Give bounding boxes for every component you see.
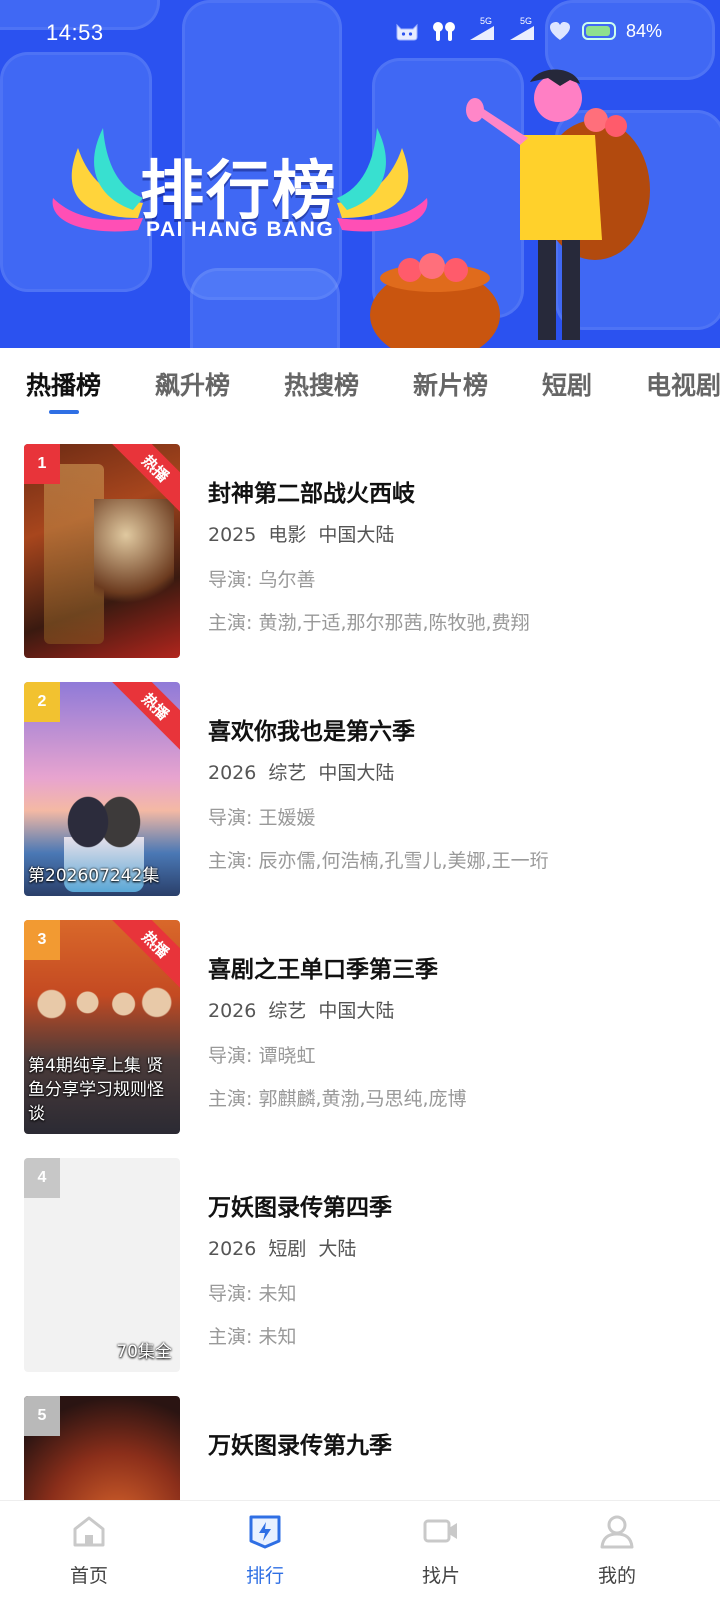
profile-icon: [600, 1515, 634, 1549]
item-type: 综艺: [268, 762, 307, 784]
tab-new[interactable]: 新片榜: [413, 366, 488, 402]
rank-badge: 5: [24, 1396, 60, 1436]
poster-caption: 第4期纯享上集 贤鱼分享学习规则怪谈: [28, 1056, 164, 1124]
item-type: 电影: [268, 524, 307, 546]
item-meta: 2026 短剧 大陆: [208, 1234, 708, 1261]
item-director: 导演: 未知: [208, 1283, 297, 1305]
item-cast: 主演: 郭麒麟,黄渤,马思纯,庞博: [208, 1088, 467, 1110]
poster-caption: 70集全: [116, 1342, 172, 1362]
nav-ranking-label: 排行: [245, 1565, 284, 1587]
poster-image[interactable]: 3 热播 第4期纯享上集 贤鱼分享学习规则怪谈: [24, 920, 180, 1134]
battery-icon: [581, 22, 616, 40]
item-meta: 2025 电影 中国大陆: [208, 520, 708, 547]
banner-subtitle: PAI HANG BANG: [146, 218, 335, 241]
item-year: 2026: [208, 1000, 257, 1022]
nav-find-label: 找片: [421, 1565, 460, 1587]
tab-rising[interactable]: 飙升榜: [155, 366, 230, 402]
rank-badge: 1: [24, 444, 60, 484]
poster-image[interactable]: 4 70集全: [24, 1158, 180, 1372]
item-title[interactable]: 喜剧之王单口季第三季: [208, 950, 708, 984]
cat-notification-icon: [396, 23, 418, 41]
list-item[interactable]: 3 热播 第4期纯享上集 贤鱼分享学习规则怪谈 喜剧之王单口季第三季 2026 综…: [0, 920, 720, 1136]
status-bar: 14:53 5G 5G 84%: [0, 0, 720, 70]
item-director: 导演: 王媛媛: [208, 807, 316, 829]
signal-5g-icon-1: 5G: [468, 16, 498, 42]
item-title[interactable]: 封神第二部战火西岐: [208, 474, 708, 508]
item-type: 短剧: [268, 1238, 307, 1260]
ranking-icon: [249, 1515, 281, 1549]
item-cast: 主演: 未知: [208, 1326, 297, 1348]
rank-badge: 3: [24, 920, 60, 960]
status-time: 14:53: [46, 20, 104, 45]
item-meta: 2026 综艺 中国大陆: [208, 758, 708, 785]
list-item[interactable]: 5 万妖图录传第九季: [0, 1396, 720, 1500]
item-type: 综艺: [268, 1000, 307, 1022]
item-title[interactable]: 万妖图录传第九季: [208, 1426, 708, 1460]
ranking-page: 14:53 5G 5G 84% 排行榜 PAI HANG BANG 热播榜 飙升…: [0, 0, 720, 1600]
nav-home-label: 首页: [69, 1565, 108, 1587]
poster-image[interactable]: 1 热播: [24, 444, 180, 658]
item-cast: 主演: 黄渤,于适,那尔那茜,陈牧驰,费翔: [208, 612, 530, 634]
item-region: 大陆: [318, 1238, 357, 1260]
item-year: 2025: [208, 524, 257, 546]
item-info: 喜欢你我也是第六季 2026 综艺 中国大陆 导演: 王媛媛 主演: 辰亦儒,何浩楠…: [208, 712, 708, 873]
status-icons: 5G 5G 84%: [394, 16, 662, 42]
tab-hot[interactable]: 热播榜: [26, 366, 101, 402]
poster-image[interactable]: 2 热播 第202607242集: [24, 682, 180, 896]
item-info: 封神第二部战火西岐 2025 电影 中国大陆 导演: 乌尔善 主演: 黄渤,于适,那…: [208, 474, 708, 635]
nav-ranking[interactable]: 排行: [220, 1511, 310, 1597]
nav-profile[interactable]: 我的: [572, 1511, 662, 1597]
poster-cast-group: [30, 980, 174, 1060]
ranking-tabs: 热播榜 飙升榜 热搜榜 新片榜 短剧 电视剧: [0, 348, 720, 420]
nav-home[interactable]: 首页: [44, 1511, 134, 1597]
rank-badge: 4: [24, 1158, 60, 1198]
item-director: 导演: 谭晓虹: [208, 1045, 316, 1067]
ranking-banner: 14:53 5G 5G 84% 排行榜 PAI HANG BANG: [0, 0, 720, 348]
rank-badge: 2: [24, 682, 60, 722]
poster-image[interactable]: 5: [24, 1396, 180, 1500]
bottom-navigation: 首页 排行 找片 我的: [0, 1500, 720, 1600]
item-info: 万妖图录传第九季: [208, 1426, 708, 1460]
item-director: 导演: 乌尔善: [208, 569, 316, 591]
item-year: 2026: [208, 762, 257, 784]
list-item[interactable]: 4 70集全 万妖图录传第四季 2026 短剧 大陆 导演: 未知 主演: 未知: [0, 1158, 720, 1374]
item-meta: 2026 综艺 中国大陆: [208, 996, 708, 1023]
tab-search[interactable]: 热搜榜: [284, 366, 359, 402]
nav-find[interactable]: 找片: [396, 1511, 486, 1597]
list-item[interactable]: 2 热播 第202607242集 喜欢你我也是第六季 2026 综艺 中国大陆 导演…: [0, 682, 720, 898]
tab-active-indicator: [49, 410, 79, 414]
item-cast: 主演: 辰亦儒,何浩楠,孔雪儿,美娜,王一珩: [208, 850, 549, 872]
item-region: 中国大陆: [318, 762, 395, 784]
poster-figures: [94, 499, 174, 619]
video-camera-icon: [423, 1519, 457, 1543]
item-year: 2026: [208, 1238, 257, 1260]
battery-level: 84%: [625, 20, 662, 41]
poster-caption: 第202607242集: [28, 866, 160, 886]
ranking-list: 1 热播 封神第二部战火西岐 2025 电影 中国大陆 导演: 乌尔善 主演: 黄渤…: [0, 420, 720, 1500]
item-title[interactable]: 喜欢你我也是第六季: [208, 712, 708, 746]
home-icon: [73, 1516, 105, 1547]
item-region: 中国大陆: [318, 1000, 395, 1022]
item-title[interactable]: 万妖图录传第四季: [208, 1188, 708, 1222]
hot-badge: 热播: [110, 682, 180, 752]
item-info: 万妖图录传第四季 2026 短剧 大陆 导演: 未知 主演: 未知: [208, 1188, 708, 1349]
hot-badge: 热播: [110, 920, 180, 990]
item-region: 中国大陆: [318, 524, 395, 546]
item-info: 喜剧之王单口季第三季 2026 综艺 中国大陆 导演: 谭晓虹 主演: 郭麒麟,黄渤…: [208, 950, 708, 1111]
heart-shield-icon: [549, 22, 570, 40]
list-item[interactable]: 1 热播 封神第二部战火西岐 2025 电影 中国大陆 导演: 乌尔善 主演: 黄渤…: [0, 444, 720, 660]
earbuds-icon: [432, 22, 455, 41]
signal-5g-icon-2: 5G: [508, 16, 538, 42]
mascot-illustration: [370, 69, 650, 348]
nav-profile-label: 我的: [597, 1565, 636, 1587]
tab-short-drama[interactable]: 短剧: [542, 366, 592, 402]
tab-tv-series[interactable]: 电视剧: [646, 366, 720, 402]
